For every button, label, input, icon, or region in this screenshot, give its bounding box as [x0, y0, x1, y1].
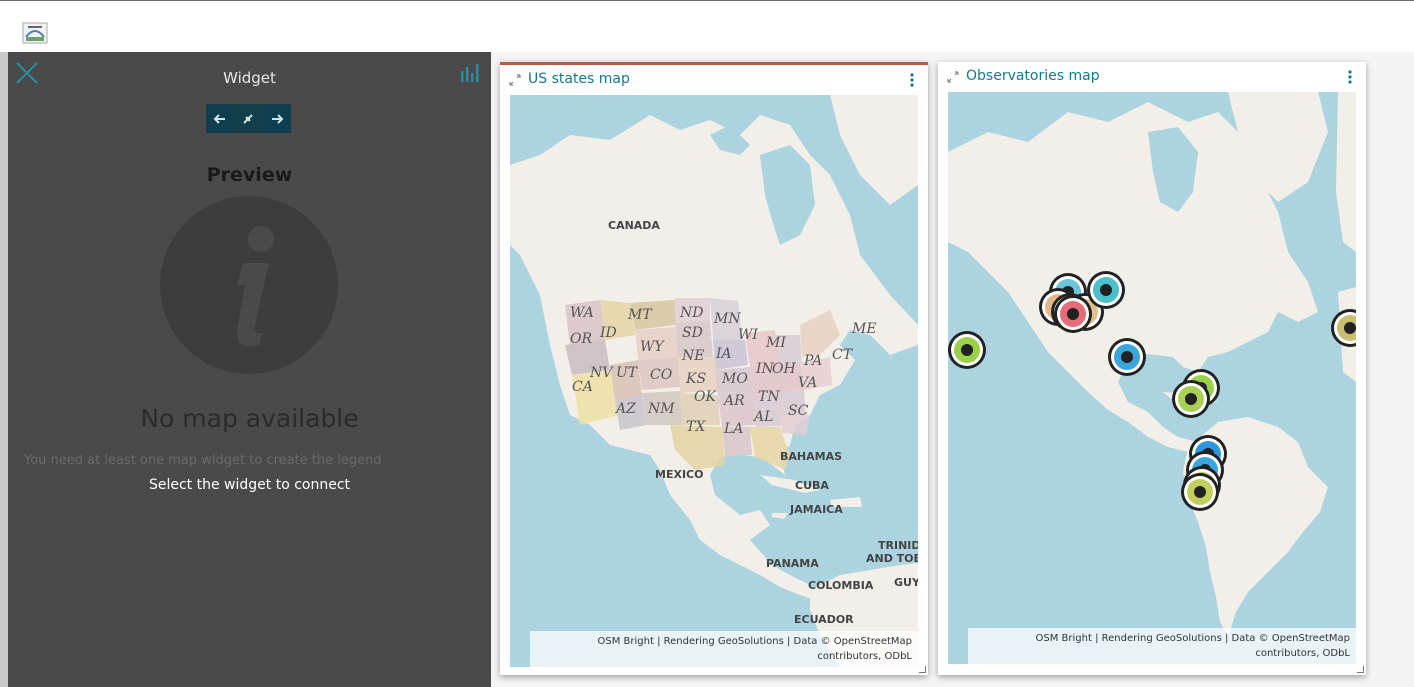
more-options-icon[interactable] [1347, 69, 1353, 85]
svg-text:GUY.: GUY. [894, 576, 918, 589]
svg-text:TX: TX [686, 419, 706, 435]
widget-legend-panel: Widget Preview No map available You need… [8, 52, 491, 687]
svg-text:CANADA: CANADA [608, 219, 660, 232]
svg-text:PA: PA [803, 353, 822, 369]
svg-text:NE: NE [681, 348, 704, 364]
svg-text:ID: ID [599, 325, 617, 341]
svg-text:AR: AR [722, 393, 745, 409]
svg-text:ME: ME [851, 321, 877, 337]
svg-text:WI: WI [738, 327, 758, 343]
map-canvas[interactable]: OSM Bright | Rendering GeoSolutions | Da… [948, 92, 1356, 664]
svg-text:OK: OK [694, 389, 717, 405]
widget-title: Observatories map [966, 68, 1100, 84]
map-attribution: OSM Bright | Rendering GeoSolutions | Da… [968, 628, 1356, 664]
svg-text:CA: CA [572, 379, 593, 395]
no-map-message: No map available [140, 404, 359, 433]
svg-text:AND TOB: AND TOB [866, 552, 918, 565]
back-button[interactable] [206, 104, 234, 133]
svg-text:SC: SC [788, 403, 809, 419]
top-bar [0, 0, 1414, 52]
svg-text:WY: WY [640, 339, 665, 355]
us-states-map[interactable]: WA MT ND MN IDOR SD WI MIME WYNE IA NV UT CO KS MOI… [510, 95, 918, 667]
svg-text:CUBA: CUBA [795, 479, 829, 492]
svg-text:WA: WA [570, 305, 594, 321]
map-attribution: OSM Bright | Rendering GeoSolutions | Da… [530, 631, 918, 667]
svg-text:CT: CT [832, 347, 854, 363]
svg-text:MO: MO [721, 371, 748, 387]
svg-text:SD: SD [682, 325, 703, 341]
svg-text:COLOMBIA: COLOMBIA [808, 579, 874, 592]
chart-icon[interactable] [460, 62, 482, 84]
more-options-icon[interactable] [909, 72, 915, 88]
attribution-line-1: OSM Bright | Rendering GeoSolutions | Da… [597, 636, 912, 647]
svg-text:TRINID: TRINID [878, 539, 918, 552]
select-widget-instruction: Select the widget to connect [148, 477, 351, 493]
svg-text:OR: OR [570, 331, 592, 347]
attribution-line-2: contributors, ODbL [1255, 648, 1350, 659]
app-logo [22, 22, 48, 44]
attribution-line-1: OSM Bright | Rendering GeoSolutions | Da… [1035, 633, 1350, 644]
expand-icon[interactable] [947, 71, 959, 83]
widget-header: Observatories map [938, 62, 1366, 92]
observatories-map[interactable] [948, 92, 1356, 664]
arrow-left-icon [213, 113, 226, 124]
svg-text:ND: ND [679, 305, 703, 321]
observatories-map-widget[interactable]: Observatories map OSM Bright | Rendering… [938, 62, 1366, 675]
svg-text:MN: MN [713, 311, 741, 327]
svg-text:IA: IA [715, 346, 732, 362]
svg-text:LA: LA [723, 421, 743, 437]
info-icon [160, 196, 338, 374]
svg-text:ECUADOR: ECUADOR [794, 613, 854, 626]
resize-handle[interactable] [1357, 666, 1364, 673]
wizard-nav [206, 104, 291, 133]
svg-text:BAHAMAS: BAHAMAS [780, 450, 842, 463]
svg-text:AL: AL [752, 409, 773, 425]
us-states-map-widget[interactable]: US states map WA MT ND MN ID OR SD WI MI… [500, 62, 928, 675]
svg-text:CO: CO [650, 367, 673, 383]
plug-icon [243, 113, 254, 124]
connect-button[interactable] [234, 104, 263, 133]
svg-text:KS: KS [685, 371, 706, 387]
svg-text:JAMAICA: JAMAICA [789, 503, 843, 516]
widget-title: US states map [528, 71, 630, 87]
svg-text:VA: VA [798, 375, 817, 391]
arrow-right-icon [271, 113, 284, 124]
svg-text:MEXICO: MEXICO [655, 468, 703, 481]
legend-hint: You need at least one map widget to crea… [24, 453, 382, 468]
expand-icon[interactable] [509, 74, 521, 86]
map-canvas[interactable]: WA MT ND MN ID OR SD WI MI ME WY NE IA NV UT CO KS MO I… [510, 95, 918, 667]
resize-handle[interactable] [919, 666, 926, 673]
svg-text:MI: MI [765, 335, 786, 351]
widget-header: US states map [500, 65, 928, 95]
left-edge [0, 52, 8, 687]
svg-text:NM: NM [647, 401, 675, 417]
svg-text:MT: MT [627, 307, 653, 323]
svg-text:AZ: AZ [614, 401, 636, 417]
panel-title: Widget [223, 69, 276, 87]
next-button[interactable] [263, 104, 291, 133]
preview-heading: Preview [206, 164, 293, 186]
attribution-line-2: contributors, ODbL [817, 651, 912, 662]
svg-text:OH: OH [772, 361, 796, 377]
svg-text:UT: UT [616, 365, 639, 381]
svg-text:TN: TN [758, 389, 780, 405]
svg-text:PANAMA: PANAMA [766, 557, 819, 570]
